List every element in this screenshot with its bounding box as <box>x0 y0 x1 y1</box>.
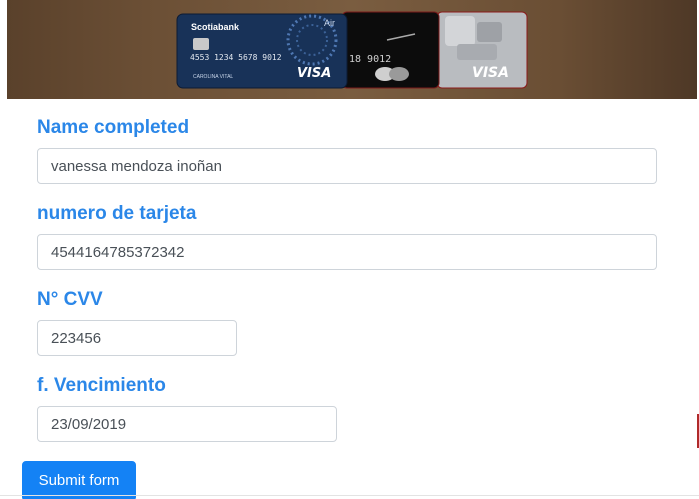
card-number-input[interactable] <box>37 234 657 270</box>
payment-page: VISA 18 9012 Scotiabank Air 4553 1234 56… <box>0 0 699 499</box>
credit-cards-banner: VISA 18 9012 Scotiabank Air 4553 1234 56… <box>7 0 697 99</box>
card-platinum: VISA <box>436 11 528 89</box>
card-bank-name: Scotiabank <box>191 22 240 32</box>
card-tag: Air <box>324 18 335 28</box>
card-scotiabank: Scotiabank Air 4553 1234 5678 9012 CAROL… <box>176 13 348 89</box>
card-holder: CAROLINA VITAL <box>193 74 233 80</box>
cvv-label: N° CVV <box>37 289 103 310</box>
card-black-number: 18 9012 <box>349 54 391 65</box>
cvv-input[interactable] <box>37 320 237 356</box>
credit-cards-image: VISA 18 9012 Scotiabank Air 4553 1234 56… <box>176 11 528 89</box>
card-number: 4553 1234 5678 9012 <box>190 53 282 62</box>
name-label: Name completed <box>37 117 190 138</box>
card-brand: VISA <box>297 66 331 81</box>
expiry-input[interactable] <box>37 406 337 442</box>
submit-button[interactable]: Submit form <box>22 461 136 499</box>
bottom-divider <box>0 495 699 496</box>
name-input[interactable] <box>37 148 657 184</box>
card-platinum-brand: VISA <box>472 65 509 81</box>
card-black: 18 9012 <box>341 11 440 89</box>
expiry-label: f. Vencimiento <box>37 375 166 396</box>
card-number-label: numero de tarjeta <box>37 203 197 224</box>
